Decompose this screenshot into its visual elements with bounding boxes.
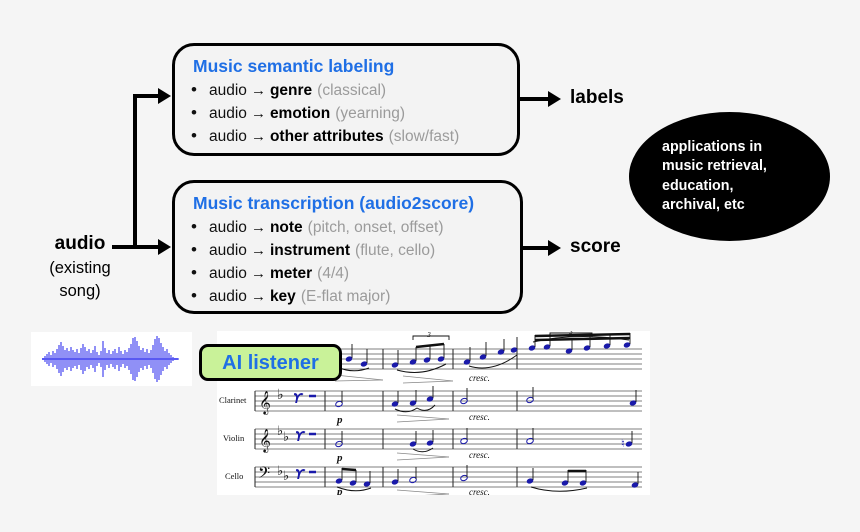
dynamic-piano: p	[336, 452, 343, 464]
output-label-score: score	[570, 236, 621, 257]
ai-listener-callout[interactable]: AI listener	[199, 344, 342, 381]
diagram-canvas: audio (existing song) Music semantic lab…	[0, 0, 860, 532]
bullet-list-transcription: • audio → note (pitch, onset, offset) • …	[191, 216, 508, 308]
task-box-music-semantic-labeling[interactable]: Music semantic labeling • audio → genre …	[172, 43, 520, 156]
tuplet-number: 3	[568, 331, 573, 336]
box-title-semantic: Music semantic labeling	[193, 56, 395, 76]
bullet-target: genre	[269, 82, 313, 99]
bullet-example: (E-flat major)	[300, 288, 391, 305]
bullet-target: instrument	[269, 242, 351, 259]
bullet-item: • audio → emotion (yearning)	[191, 102, 505, 125]
bullet-dot-icon: •	[191, 217, 197, 236]
bullet-example: (flute, cello)	[355, 242, 436, 259]
expression-cresc: cresc.	[469, 412, 490, 422]
treble-clef-icon: 𝄞	[259, 392, 271, 415]
audio-input-main-text: audio	[54, 233, 106, 254]
applications-text-block: applications in music retrieval, educati…	[662, 138, 767, 216]
right-arrow-icon: →	[250, 288, 266, 305]
bullet-target: meter	[269, 265, 313, 282]
applications-line-3: education,	[662, 177, 734, 194]
bullet-dot-icon: •	[191, 80, 197, 99]
bullet-item: • audio → other attributes (slow/fast)	[191, 125, 505, 148]
time-signature: 𝜰	[295, 467, 306, 482]
bullet-example: (pitch, onset, offset)	[307, 219, 444, 236]
bullet-target: other attributes	[269, 128, 384, 145]
arrow-head-into-transcription-box	[158, 239, 171, 255]
dynamic-piano: p	[336, 414, 343, 426]
bullet-target: note	[269, 219, 303, 236]
arrow-head-to-labels	[548, 91, 561, 107]
bullet-example: (yearning)	[335, 105, 405, 122]
applications-line-4: archival, etc	[662, 197, 745, 213]
bullet-target: key	[269, 288, 296, 305]
right-arrow-icon: →	[250, 128, 266, 145]
expression-cresc: cresc.	[469, 373, 490, 383]
bullet-item: • audio → genre (classical)	[191, 79, 505, 102]
box-title-transcription: Music transcription (audio2score)	[193, 193, 475, 213]
bullet-source: audio	[209, 288, 247, 305]
applications-line-1: applications in	[662, 138, 763, 155]
bass-clef-icon: 𝄢	[258, 465, 270, 486]
treble-clef-icon: 𝄞	[259, 430, 271, 453]
task-box-music-transcription[interactable]: Music transcription (audio2score) • audi…	[172, 180, 523, 314]
bullet-item: • audio → key (E-flat major)	[191, 285, 508, 308]
output-label-labels: labels	[570, 87, 624, 108]
bullet-target: emotion	[269, 105, 331, 122]
tuplet-number: 3	[426, 331, 431, 339]
bullet-dot-icon: •	[191, 263, 197, 282]
bullet-item: • audio → note (pitch, onset, offset)	[191, 216, 508, 239]
audio-input-sub-line1: (existing	[49, 259, 111, 277]
applications-ellipse: applications in music retrieval, educati…	[629, 112, 830, 241]
right-arrow-icon: →	[250, 265, 266, 282]
arrow-head-to-score	[548, 240, 561, 256]
bullet-item: • audio → instrument (flute, cello)	[191, 239, 508, 262]
dynamic-piano: p	[336, 486, 343, 495]
bullet-source: audio	[209, 265, 247, 282]
bullet-source: audio	[209, 219, 247, 236]
audio-input-label: audio (existing song)	[24, 232, 136, 302]
connector-audio-horizontal	[112, 245, 164, 249]
audio-waveform-panel	[31, 332, 192, 386]
right-arrow-icon: →	[250, 105, 266, 122]
applications-line-2: music retrieval,	[662, 158, 767, 174]
bullet-dot-icon: •	[191, 103, 197, 122]
flat-accidental-icon: ♭	[277, 388, 284, 403]
bullet-item: • audio → meter (4/4)	[191, 262, 508, 285]
bullet-source: audio	[209, 242, 247, 259]
arrow-head-into-semantic-box	[158, 88, 171, 104]
natural-accidental-icon: ♮	[621, 438, 625, 450]
audio-waveform-icon	[42, 336, 179, 382]
bullet-dot-icon: •	[191, 286, 197, 305]
right-arrow-icon: →	[250, 219, 266, 236]
staff-label-cello: Cello	[225, 471, 243, 481]
bullet-source: audio	[209, 128, 247, 145]
connector-riser-vertical	[133, 94, 137, 247]
staff-label-clarinet: Clarinet	[219, 395, 247, 405]
bullet-example: (slow/fast)	[388, 128, 460, 145]
audio-input-sub-line2: song)	[59, 282, 101, 300]
bullet-source: audio	[209, 105, 247, 122]
bullet-example: (classical)	[317, 82, 387, 99]
expression-cresc: cresc.	[469, 450, 490, 460]
ai-listener-label: AI listener	[222, 351, 319, 374]
time-signature: 𝜰	[295, 429, 306, 444]
time-signature: 𝜰	[293, 391, 304, 406]
flat-accidental-icon: ♭	[283, 468, 289, 483]
flat-accidental-icon: ♭	[283, 429, 289, 444]
bullet-dot-icon: •	[191, 240, 197, 259]
staff-label-violin: Violin	[223, 433, 245, 443]
bullet-dot-icon: •	[191, 126, 197, 145]
bullet-source: audio	[209, 82, 247, 99]
bullet-example: (4/4)	[317, 265, 350, 282]
expression-cresc: cresc.	[469, 487, 490, 495]
right-arrow-icon: →	[250, 82, 266, 99]
right-arrow-icon: →	[250, 242, 266, 259]
bullet-list-semantic: • audio → genre (classical) • audio → em…	[191, 79, 505, 148]
